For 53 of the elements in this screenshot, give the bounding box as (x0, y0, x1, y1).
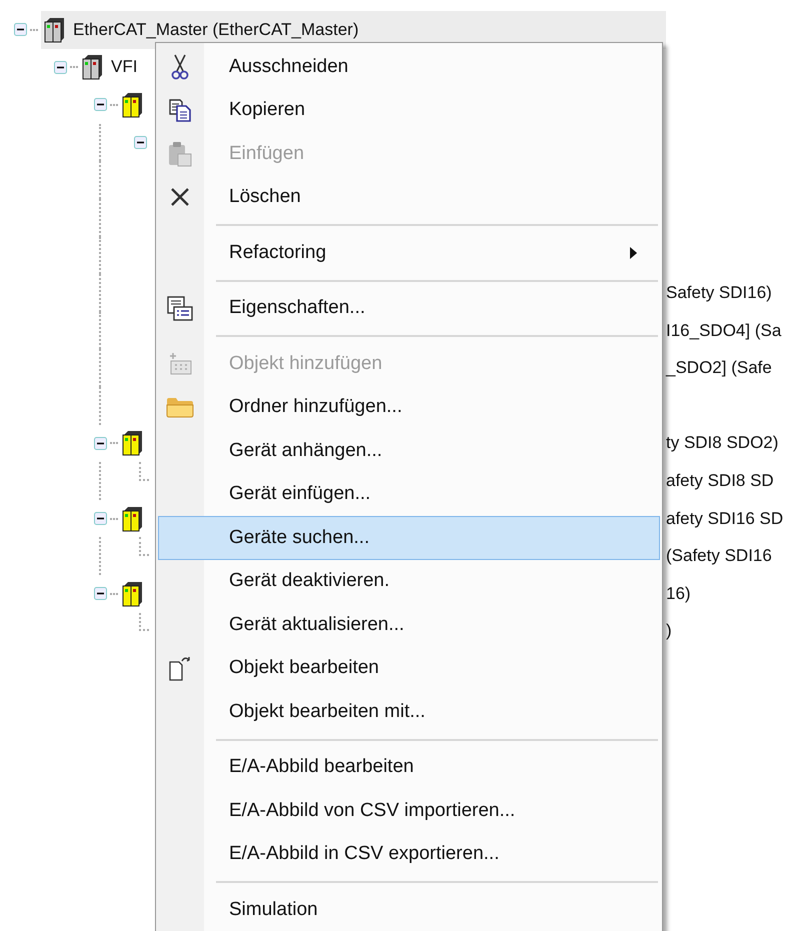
edit-page-icon (168, 655, 192, 682)
tree-label: afety SDI16 SD (666, 508, 784, 528)
menu-item[interactable]: E/A-Abbild von CSV importieren... (158, 789, 660, 832)
tree-item[interactable]: VFI (81, 48, 138, 86)
menu-item[interactable]: E/A-Abbild bearbeiten (158, 746, 660, 789)
menu-item[interactable]: Objekt bearbeiten mit... (158, 690, 660, 734)
menu-item[interactable]: Gerät deaktivieren. (158, 560, 660, 603)
tree-label: afety SDI8 SD (666, 470, 774, 490)
menu-item[interactable]: Gerät einfügen... (158, 472, 660, 516)
collapse-icon[interactable] (14, 23, 27, 36)
collapse-icon[interactable] (94, 512, 107, 526)
device-icon (121, 506, 143, 532)
collapse-icon[interactable] (94, 98, 107, 112)
tree-label: ) (666, 621, 672, 640)
delete-icon (170, 187, 190, 208)
copy-icon (168, 98, 192, 122)
tree-connector-line (139, 462, 149, 481)
menu-item[interactable]: Simulation (158, 888, 660, 931)
menu-item[interactable]: Eigenschaften... (158, 286, 660, 330)
add-object-icon (167, 352, 193, 376)
device-icon (121, 92, 143, 118)
tree-label: EtherCAT_Master (EtherCAT_Master) (73, 20, 359, 40)
folder-icon (166, 396, 194, 418)
tree-label: I16_SDO4] (Sa (666, 320, 782, 340)
menu-item[interactable]: Objekt bearbeiten (158, 646, 660, 690)
tree-connector-line (139, 612, 149, 632)
tree-label: Safety SDI16) (666, 282, 772, 302)
tree-label: 16) (666, 584, 691, 603)
collapse-icon[interactable] (134, 136, 147, 150)
collapse-icon[interactable] (94, 436, 107, 450)
menu-item[interactable]: Kopieren (158, 88, 660, 132)
device-icon (121, 430, 143, 456)
submenu-arrow-icon (630, 246, 637, 259)
scissors-icon (171, 54, 189, 80)
collapse-icon[interactable] (94, 587, 107, 600)
clipboard-icon (168, 140, 192, 167)
properties-icon (167, 295, 193, 322)
tree-label: ty SDI8 SDO2) (666, 433, 778, 452)
tree-connector-line (139, 537, 149, 556)
menu-item[interactable]: Gerät anhängen... (158, 429, 660, 472)
tree-label: (Safety SDI16 (666, 546, 772, 566)
menu-item[interactable]: Geräte suchen... (158, 516, 660, 560)
menu-item[interactable]: E/A-Abbild in CSV exportieren... (158, 832, 660, 876)
menu-item[interactable]: Ordner hinzufügen... (158, 386, 660, 429)
menu-item[interactable]: Löschen (158, 176, 660, 219)
collapse-icon[interactable] (54, 60, 67, 74)
device-icon (43, 16, 65, 43)
device-icon (81, 54, 103, 80)
device-icon (121, 580, 143, 607)
menu-item[interactable]: Gerät aktualisieren... (158, 603, 660, 646)
menu-item[interactable]: Refactoring (158, 231, 660, 274)
tree-label: _SDO2] (Safe (666, 358, 772, 378)
tree-label: VFI (111, 57, 138, 78)
